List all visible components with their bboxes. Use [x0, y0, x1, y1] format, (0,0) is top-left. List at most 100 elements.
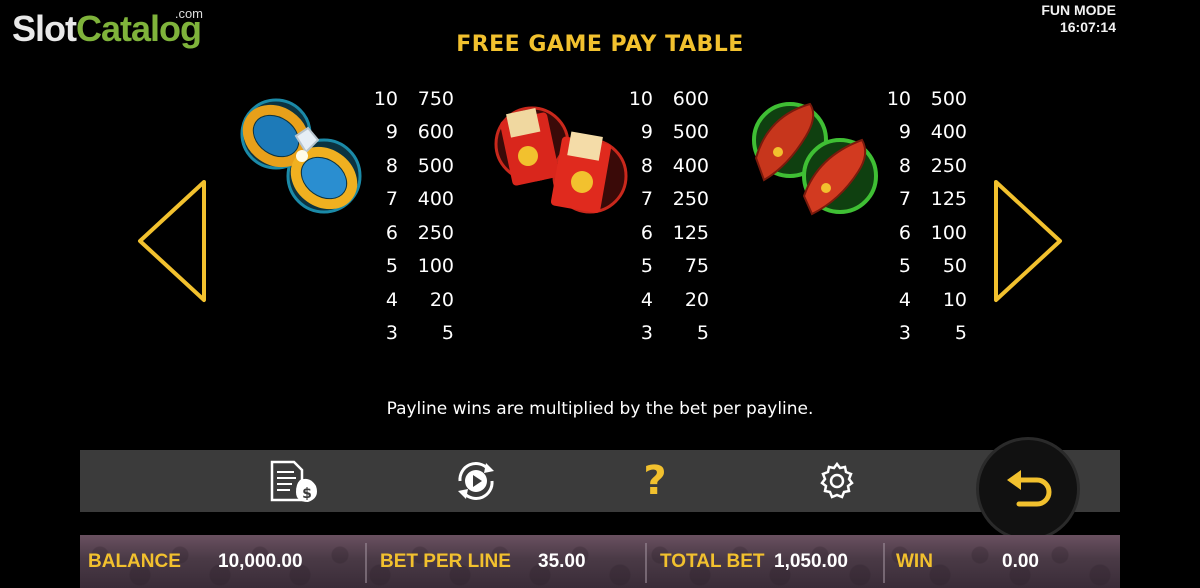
match-count: 3 [898, 322, 911, 345]
balance-label-text: BALANCE [88, 550, 181, 572]
paytable-row: 8 500 [370, 149, 454, 183]
paytable-row: 6 100 [883, 216, 967, 250]
payout-value: 250 [672, 188, 709, 211]
match-count: 6 [640, 221, 653, 244]
status-divider [883, 543, 885, 583]
settings-gear-icon[interactable] [814, 457, 860, 505]
next-page-arrow-icon[interactable] [992, 178, 1066, 304]
balance-label: BALANCE [88, 535, 181, 588]
logo-com-text: .com [174, 6, 204, 21]
total-value-text: 1,050.00 [774, 550, 848, 572]
match-count: 7 [385, 188, 398, 211]
payout-value: 50 [942, 255, 967, 278]
paytable-row: 10 500 [883, 82, 967, 116]
payline-note: Payline wins are multiplied by the bet p… [386, 399, 814, 419]
paytable-rings: 10 750 9 600 8 500 7 400 6 250 5 100 4 20 35 [370, 82, 454, 350]
autoplay-icon[interactable] [446, 457, 506, 505]
total-label-text: TOTAL BET [660, 550, 765, 572]
payout-value: 125 [672, 221, 709, 244]
paytable-row: 5 100 [370, 250, 454, 284]
paytable-row: 35 [883, 317, 967, 351]
paytable-row: 6 250 [370, 216, 454, 250]
back-arrow-icon [1007, 470, 1052, 507]
match-count: 10 [373, 87, 398, 110]
wedding-rings-icon [240, 98, 362, 214]
payout-value: 400 [672, 154, 709, 177]
payout-value: 10 [942, 288, 967, 311]
paytable-row: 9 500 [625, 116, 709, 150]
match-count: 4 [385, 288, 398, 311]
balance-value-text: 10,000.00 [218, 550, 303, 572]
payout-value: 400 [417, 188, 454, 211]
match-count: 7 [898, 188, 911, 211]
match-count: 8 [385, 154, 398, 177]
match-count: 4 [640, 288, 653, 311]
paytable-row: 6 125 [625, 216, 709, 250]
paytable-row: 9 400 [883, 116, 967, 150]
paytable-money-icon[interactable]: $ [264, 457, 324, 505]
bet-value-text: 35.00 [538, 550, 586, 572]
page-title: FREE GAME PAY TABLE [456, 32, 744, 57]
payout-value: 20 [429, 288, 454, 311]
paytable-row: 4 20 [370, 283, 454, 317]
payout-value: 5 [441, 322, 454, 345]
red-shoes-icon [752, 102, 878, 216]
payout-value: 125 [930, 188, 967, 211]
back-button[interactable] [976, 437, 1080, 541]
total-bet-label: TOTAL BET [660, 535, 765, 588]
payout-value: 600 [417, 121, 454, 144]
match-count: 6 [385, 221, 398, 244]
win-label: WIN [896, 535, 933, 588]
match-count: 9 [640, 121, 653, 144]
prev-page-arrow-icon[interactable] [134, 178, 208, 304]
match-count: 5 [898, 255, 911, 278]
paytable-row: 8 250 [883, 149, 967, 183]
paytable-row: 4 10 [883, 283, 967, 317]
paytable-row: 7 125 [883, 183, 967, 217]
match-count: 6 [898, 221, 911, 244]
payout-value: 500 [672, 121, 709, 144]
paytable-row: 4 20 [625, 283, 709, 317]
bet-per-line-label: BET PER LINE [380, 535, 511, 588]
paytable-row: 9 600 [370, 116, 454, 150]
paytable-row: 35 [625, 317, 709, 351]
payout-value: 500 [417, 154, 454, 177]
match-count: 9 [385, 121, 398, 144]
payout-value: 5 [696, 322, 709, 345]
paytable-envelopes: 10 600 9 500 8 400 7 250 6 125 5 75 4 20 35 [625, 82, 709, 350]
match-count: 10 [628, 87, 653, 110]
win-label-text: WIN [896, 550, 933, 572]
paytable-shoes: 10 500 9 400 8 250 7 125 6 100 5 50 4 10 35 [883, 82, 967, 350]
payout-value: 600 [672, 87, 709, 110]
match-count: 5 [385, 255, 398, 278]
win-value-text: 0.00 [1002, 550, 1039, 572]
balance-value: 10,000.00 [218, 535, 303, 588]
bet-per-line-value[interactable]: 35.00 [538, 535, 586, 588]
match-count: 4 [898, 288, 911, 311]
match-count: 3 [640, 322, 653, 345]
payout-value: 75 [684, 255, 709, 278]
match-count: 7 [640, 188, 653, 211]
paytable-row: 10 750 [370, 82, 454, 116]
paytable-row: 7 400 [370, 183, 454, 217]
payout-value: 100 [930, 221, 967, 244]
paytable-row: 35 [370, 317, 454, 351]
status-divider [365, 543, 367, 583]
fun-mode-label: FUN MODE [1041, 2, 1116, 18]
match-count: 8 [898, 154, 911, 177]
status-divider [645, 543, 647, 583]
mode-clock: FUN MODE 16:07:14 [1041, 2, 1116, 36]
payout-value: 500 [930, 87, 967, 110]
help-icon[interactable]: ? [640, 457, 670, 505]
payout-value: 5 [954, 322, 967, 345]
payout-value: 250 [417, 221, 454, 244]
match-count: 8 [640, 154, 653, 177]
payout-value: 400 [930, 121, 967, 144]
payout-value: 100 [417, 255, 454, 278]
match-count: 9 [898, 121, 911, 144]
match-count: 10 [886, 87, 911, 110]
red-envelopes-icon [494, 106, 628, 214]
paytable-row: 7 250 [625, 183, 709, 217]
total-bet-value: 1,050.00 [774, 535, 848, 588]
payout-value: 250 [930, 154, 967, 177]
